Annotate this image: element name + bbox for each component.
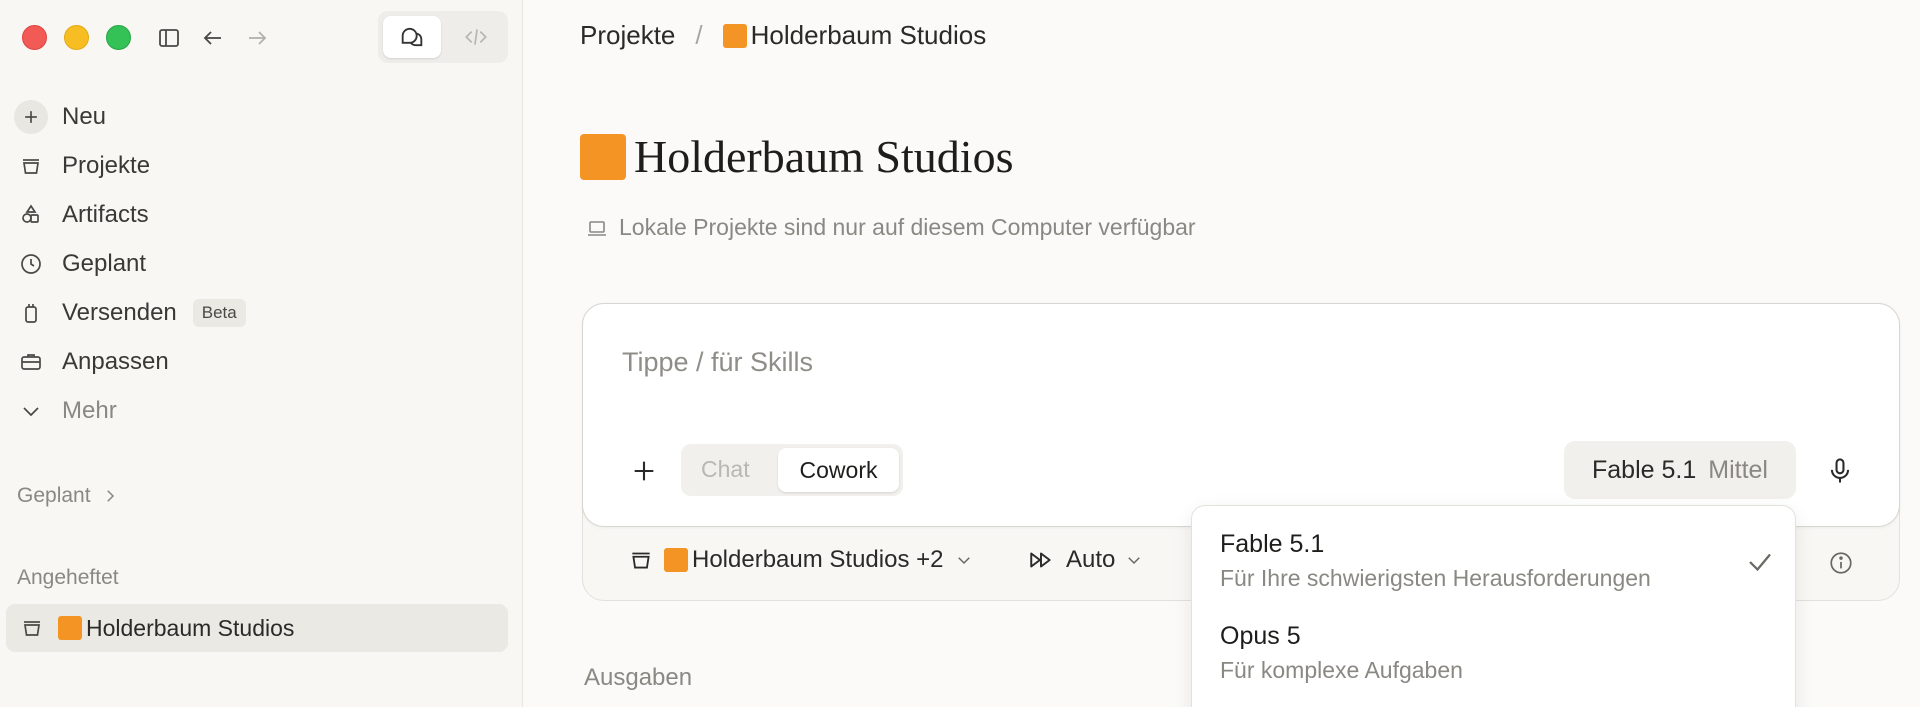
chevron-down-icon	[1125, 551, 1143, 569]
back-arrow-icon[interactable]	[199, 24, 227, 52]
chevron-right-icon	[101, 487, 119, 505]
projects-icon	[628, 547, 654, 573]
sidebar-item-more[interactable]: Mehr	[14, 393, 509, 429]
pinned-project-label: Holderbaum Studios	[86, 614, 295, 641]
projects-icon	[14, 149, 48, 183]
plus-icon	[14, 100, 48, 134]
local-project-notice-text: Lokale Projekte sind nur auf diesem Comp…	[619, 214, 1196, 240]
model-option-description: Für Ihre schwierigsten Herausforderungen	[1220, 565, 1651, 591]
model-option-name[interactable]: Fable 5.1	[1220, 530, 1324, 559]
project-color-icon	[58, 616, 82, 640]
prompt-input[interactable]: Tippe / für Skills	[622, 347, 813, 378]
sidebar-item-label: Neu	[62, 103, 107, 130]
breadcrumb-current: Holderbaum Studios	[750, 20, 987, 50]
laptop-icon	[585, 216, 609, 240]
artifacts-icon	[14, 198, 48, 232]
sidebar-toggle-icon[interactable]	[155, 24, 183, 52]
model-level: Mittel	[1708, 455, 1768, 484]
briefcase-icon	[14, 345, 48, 379]
model-option-name[interactable]: Opus 5	[1220, 622, 1301, 651]
auto-mode-label: Auto	[1066, 546, 1116, 573]
model-option-description: Für komplexe Aufgaben	[1220, 657, 1463, 683]
info-icon[interactable]	[1828, 550, 1854, 581]
sidebar-item-customize[interactable]: Anpassen	[14, 344, 509, 380]
microphone-icon[interactable]	[1822, 451, 1858, 491]
sidebar-item-label: Versenden	[62, 299, 177, 326]
pinned-project-item[interactable]: Holderbaum Studios	[6, 604, 508, 652]
local-project-notice: Lokale Projekte sind nur auf diesem Comp…	[585, 214, 1196, 241]
sidebar-item-new[interactable]: Neu	[14, 99, 509, 135]
chevron-down-icon	[14, 394, 48, 428]
project-selector[interactable]: Holderbaum Studios +2	[628, 546, 973, 574]
sidebar-item-scheduled[interactable]: Geplant	[14, 246, 509, 282]
maximize-window-button[interactable]	[106, 25, 131, 50]
sidebar-item-label: Geplant	[62, 250, 147, 277]
add-attachment-button[interactable]	[626, 453, 662, 489]
project-color-icon	[722, 23, 747, 48]
mode-switcher: Chat Cowork	[681, 444, 903, 496]
forward-arrow-icon[interactable]	[243, 24, 271, 52]
sidebar-item-label: Mehr	[62, 397, 117, 424]
cowork-mode-tab[interactable]: Cowork	[778, 448, 899, 492]
minimize-window-button[interactable]	[64, 25, 89, 50]
pinned-section-label: Angeheftet	[17, 566, 119, 589]
sidebar-item-projects[interactable]: Projekte	[14, 148, 509, 184]
fast-forward-icon	[1028, 547, 1054, 573]
chat-mode-tab[interactable]: Chat	[701, 456, 750, 483]
checkmark-icon	[1745, 547, 1775, 582]
sidebar-item-send[interactable]: Versenden Beta	[14, 295, 509, 331]
sidebar-item-label: Artifacts	[62, 201, 149, 228]
breadcrumb: Projekte / Holderbaum Studios	[580, 20, 986, 51]
page-title-text: Holderbaum Studios	[634, 131, 1014, 182]
scheduled-section-label: Geplant	[17, 484, 91, 507]
device-icon	[14, 296, 48, 330]
model-name: Fable 5.1	[1592, 455, 1697, 484]
sidebar: Neu Projekte Artifacts Geplant Versenden…	[0, 0, 523, 707]
clock-icon	[14, 247, 48, 281]
sidebar-item-artifacts[interactable]: Artifacts	[14, 197, 509, 233]
breadcrumb-separator: /	[695, 20, 703, 50]
projects-icon	[20, 616, 44, 640]
scheduled-section-toggle[interactable]: Geplant	[17, 484, 119, 508]
project-color-icon	[664, 548, 688, 572]
breadcrumb-projects-link[interactable]: Projekte	[580, 20, 675, 51]
chevron-down-icon	[955, 551, 973, 569]
outputs-section-label: Ausgaben	[584, 664, 693, 691]
code-view-icon[interactable]	[448, 16, 503, 58]
project-selector-label: Holderbaum Studios +2	[692, 546, 944, 573]
page-title: Holderbaum Studios	[580, 130, 1013, 183]
model-dropdown: Fable 5.1 Für Ihre schwierigsten Herausf…	[1191, 505, 1796, 707]
close-window-button[interactable]	[22, 25, 47, 50]
chat-view-icon[interactable]	[383, 16, 441, 58]
model-selector-button[interactable]: Fable 5.1 Mittel	[1564, 441, 1796, 499]
auto-mode-selector[interactable]: Auto	[1028, 546, 1143, 574]
view-switcher	[378, 11, 508, 63]
beta-badge: Beta	[192, 299, 246, 327]
sidebar-item-label: Projekte	[62, 152, 151, 179]
project-color-icon	[580, 133, 626, 180]
sidebar-item-label: Anpassen	[62, 348, 169, 375]
